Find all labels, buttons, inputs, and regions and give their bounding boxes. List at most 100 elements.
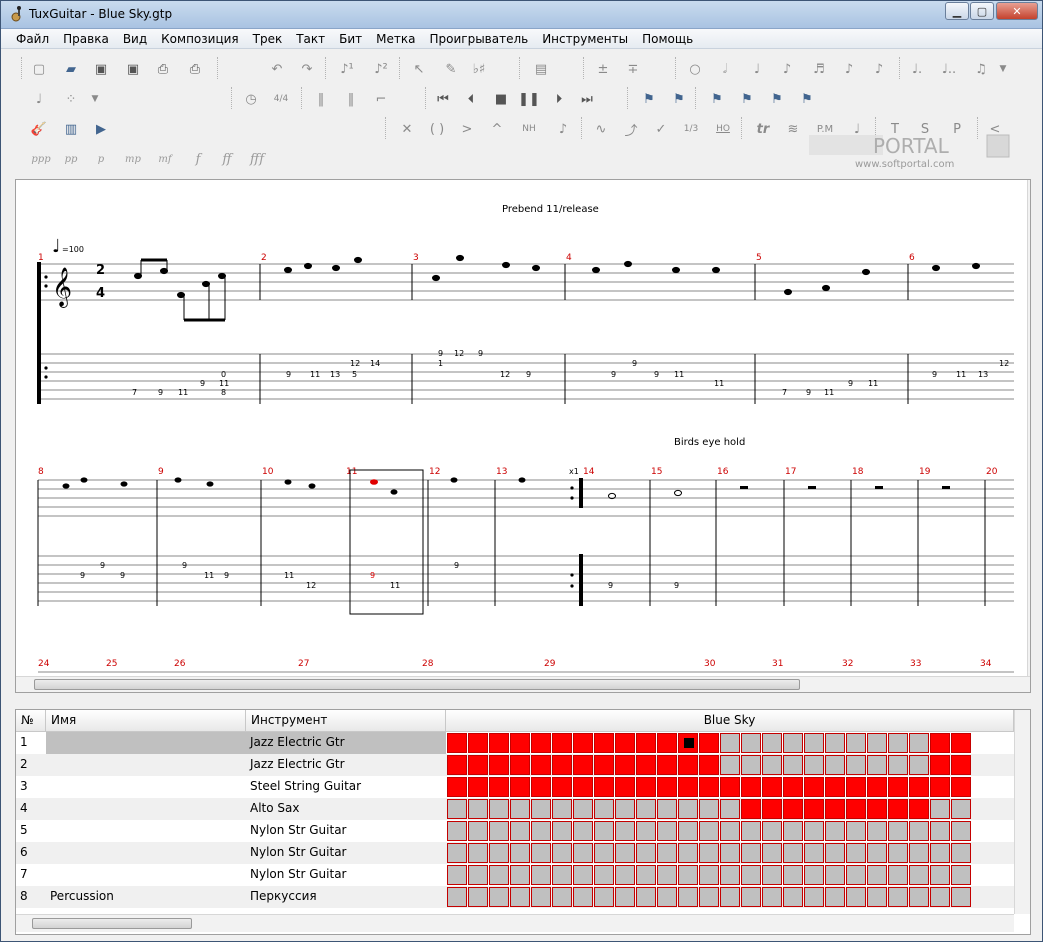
measure-cell[interactable]	[783, 843, 803, 863]
double-dotted-note-icon[interactable]: ♩..	[939, 59, 959, 79]
measure-cell[interactable]	[678, 865, 698, 885]
measure-cell[interactable]	[741, 887, 761, 907]
measure-cell[interactable]	[951, 865, 971, 885]
measure-cell[interactable]	[951, 733, 971, 753]
measure-cell[interactable]	[573, 799, 593, 819]
alternate-ending-icon[interactable]: ⌐	[371, 89, 391, 109]
measure-cell[interactable]	[930, 821, 950, 841]
measure-cell[interactable]	[909, 777, 929, 797]
measure-cell[interactable]	[825, 755, 845, 775]
measure-cell[interactable]	[867, 843, 887, 863]
measure-cell[interactable]	[741, 865, 761, 885]
measure-cell[interactable]	[447, 733, 467, 753]
col-number-header[interactable]: №	[16, 710, 46, 732]
measure-cell[interactable]	[720, 755, 740, 775]
print-icon[interactable]: ⎙	[153, 59, 173, 79]
measure-cell[interactable]	[909, 865, 929, 885]
chevron-down-icon[interactable]: ▼	[85, 89, 105, 109]
measure-cell[interactable]	[888, 733, 908, 753]
measure-cell[interactable]	[867, 865, 887, 885]
measure-cell[interactable]	[951, 843, 971, 863]
measure-cell[interactable]	[510, 777, 530, 797]
measure-cell[interactable]	[531, 755, 551, 775]
measure-cell[interactable]	[804, 799, 824, 819]
measure-cell[interactable]	[678, 733, 698, 753]
sixty-fourth-note-icon[interactable]: ♪	[869, 59, 889, 79]
measure-cell[interactable]	[783, 755, 803, 775]
track-name[interactable]	[46, 776, 246, 798]
measure-cell[interactable]	[447, 865, 467, 885]
measure-cell[interactable]	[615, 799, 635, 819]
track-instrument[interactable]: Jazz Electric Gtr	[246, 754, 446, 776]
measure-cell[interactable]	[531, 799, 551, 819]
measure-cell[interactable]	[657, 821, 677, 841]
measure-cell[interactable]	[447, 755, 467, 775]
measure-cell[interactable]	[531, 887, 551, 907]
measure-cell[interactable]	[762, 843, 782, 863]
measure-cell[interactable]	[825, 887, 845, 907]
previous-measure-icon[interactable]: ⏴	[461, 89, 481, 109]
measure-cell[interactable]	[678, 887, 698, 907]
measure-cell[interactable]	[531, 843, 551, 863]
measure-cell[interactable]	[930, 799, 950, 819]
measure-cell[interactable]	[657, 865, 677, 885]
heavy-accent-icon[interactable]: ^	[487, 119, 507, 139]
measure-cell[interactable]	[846, 755, 866, 775]
measure-cell[interactable]	[930, 865, 950, 885]
measure-cell[interactable]	[594, 821, 614, 841]
measure-cell[interactable]	[720, 733, 740, 753]
measure-cell[interactable]	[636, 843, 656, 863]
measure-cell[interactable]	[510, 887, 530, 907]
measure-cell[interactable]	[909, 755, 929, 775]
measure-cell[interactable]	[552, 799, 572, 819]
measure-cell[interactable]	[825, 733, 845, 753]
col-instrument-header[interactable]: Инструмент	[246, 710, 446, 732]
score-horizontal-scrollbar[interactable]	[16, 676, 1030, 692]
measure-cell[interactable]	[573, 843, 593, 863]
measure-cell[interactable]	[636, 887, 656, 907]
tremolo-picking-icon[interactable]: ≋	[783, 119, 803, 139]
measure-cell[interactable]	[594, 755, 614, 775]
thirty-second-note-icon[interactable]: ♪	[839, 59, 859, 79]
measure-cell[interactable]	[888, 887, 908, 907]
measure-cell[interactable]	[699, 843, 719, 863]
measure-cell[interactable]	[888, 843, 908, 863]
dynamic-mf-button[interactable]: mf	[153, 149, 177, 169]
measure-cell[interactable]	[825, 843, 845, 863]
menu-measure[interactable]: Такт	[289, 32, 332, 46]
pause-icon[interactable]: ❚❚	[518, 89, 540, 109]
score-editor[interactable]: Prebend 11/release Birds eye hold ♩ =100	[15, 179, 1031, 693]
measure-cell[interactable]	[867, 755, 887, 775]
measure-cell[interactable]	[699, 887, 719, 907]
measure-cell[interactable]	[594, 865, 614, 885]
whole-note-icon[interactable]: ○	[685, 59, 705, 79]
save-icon[interactable]: ▣	[91, 59, 111, 79]
measure-cell[interactable]	[636, 799, 656, 819]
measure-cell[interactable]	[552, 887, 572, 907]
measure-cell[interactable]	[909, 733, 929, 753]
measure-cell[interactable]	[804, 887, 824, 907]
measure-cell[interactable]	[657, 799, 677, 819]
measure-cell[interactable]	[720, 865, 740, 885]
measure-cell[interactable]	[678, 799, 698, 819]
add-marker-icon[interactable]: ⚑	[639, 89, 659, 109]
measure-cell[interactable]	[552, 755, 572, 775]
measure-cell[interactable]	[867, 733, 887, 753]
measure-cell[interactable]	[615, 821, 635, 841]
measure-cell[interactable]	[888, 799, 908, 819]
measure-cell[interactable]	[678, 777, 698, 797]
measure-cell[interactable]	[951, 821, 971, 841]
menu-edit[interactable]: Правка	[56, 32, 116, 46]
measure-cell[interactable]	[930, 887, 950, 907]
measure-cell[interactable]	[489, 821, 509, 841]
measure-cell[interactable]	[720, 777, 740, 797]
measure-cell[interactable]	[741, 755, 761, 775]
tracks-vertical-scrollbar[interactable]	[1014, 710, 1030, 914]
measure-cell[interactable]	[468, 821, 488, 841]
measure-cell[interactable]	[468, 887, 488, 907]
measure-cell[interactable]	[888, 821, 908, 841]
save-as-icon[interactable]: ▣	[123, 59, 143, 79]
measure-cell[interactable]	[636, 777, 656, 797]
measure-cell[interactable]	[573, 865, 593, 885]
measure-cell[interactable]	[552, 821, 572, 841]
